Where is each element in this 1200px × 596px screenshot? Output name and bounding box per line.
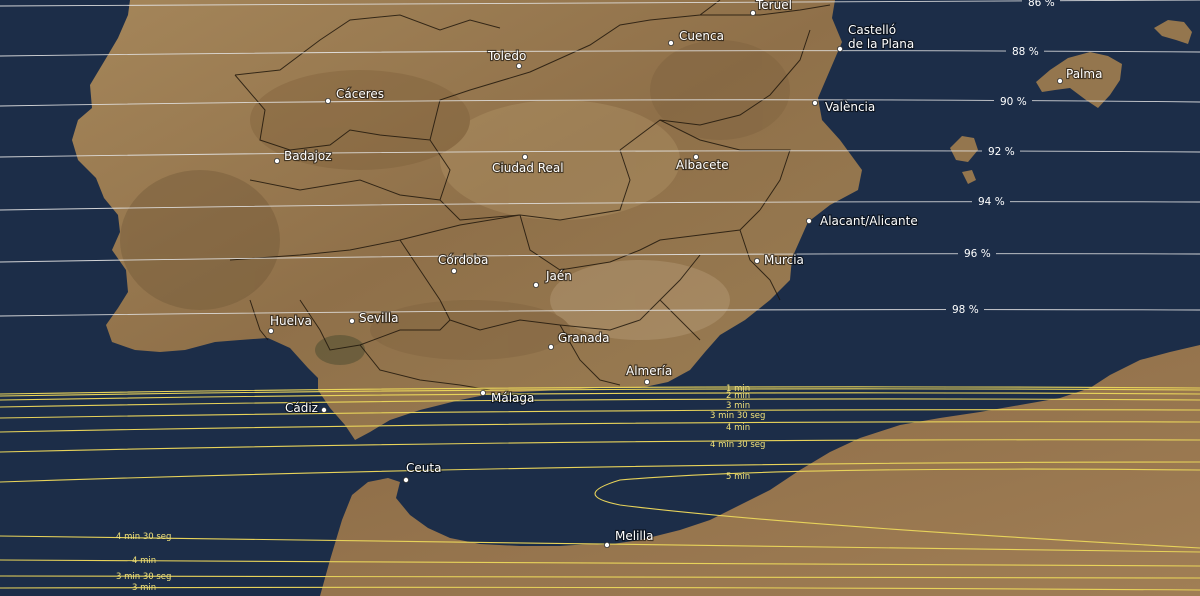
city-label-palma: Palma xyxy=(1066,67,1102,81)
city-label-cadiz: Cádiz xyxy=(285,401,318,415)
city-dot-caceres[interactable] xyxy=(324,98,331,105)
city-dot-cordoba[interactable] xyxy=(450,267,457,274)
duration-label-5min: 5 min xyxy=(726,472,750,482)
city-dot-granada[interactable] xyxy=(548,343,555,350)
city-dot-ciudad-real[interactable] xyxy=(522,153,529,160)
city-dot-valencia[interactable] xyxy=(812,100,819,107)
city-label-murcia: Murcia xyxy=(764,253,804,267)
city-label-ceuta: Ceuta xyxy=(406,461,441,475)
city-dot-sevilla[interactable] xyxy=(348,317,355,324)
city-dot-toledo[interactable] xyxy=(516,63,523,70)
city-dot-malaga[interactable] xyxy=(479,389,486,396)
duration-label-4min: 4 min xyxy=(726,423,750,433)
obscuration-label-90: 90 % xyxy=(1000,96,1027,108)
city-dot-alicante[interactable] xyxy=(806,217,813,224)
city-label-castello-line2: de la Plana xyxy=(848,37,914,51)
city-label-huelva: Huelva xyxy=(270,314,312,328)
city-dot-jaen[interactable] xyxy=(533,281,540,288)
city-dot-melilla[interactable] xyxy=(604,542,611,549)
duration-label-south-4min: 4 min xyxy=(132,556,156,566)
city-label-albacete: Albacete xyxy=(676,158,729,172)
obscuration-label-88: 88 % xyxy=(1012,46,1039,58)
obscuration-label-94: 94 % xyxy=(978,196,1005,208)
duration-label-2min: 2 min xyxy=(726,391,750,401)
city-label-teruel: Teruel xyxy=(755,0,792,12)
city-dot-teruel[interactable] xyxy=(750,9,757,16)
city-dot-castello[interactable] xyxy=(837,46,844,53)
city-dot-cadiz[interactable] xyxy=(320,406,327,413)
duration-label-3min30: 3 min 30 seg xyxy=(710,411,765,421)
city-label-cuenca: Cuenca xyxy=(679,29,724,43)
city-label-badajoz: Badajoz xyxy=(284,149,332,163)
city-label-melilla: Melilla xyxy=(615,529,653,543)
obscuration-label-98: 98 % xyxy=(952,304,979,316)
city-label-alicante: Alacant/Alicante xyxy=(820,214,918,228)
obscuration-label-96: 96 % xyxy=(964,248,991,260)
obscuration-label-92: 92 % xyxy=(988,146,1015,158)
city-label-cordoba: Córdoba xyxy=(438,253,488,267)
city-dot-huelva[interactable] xyxy=(267,327,274,334)
city-label-sevilla: Sevilla xyxy=(359,311,398,325)
city-label-granada: Granada xyxy=(558,331,610,345)
city-dot-badajoz[interactable] xyxy=(273,157,280,164)
city-label-jaen: Jaén xyxy=(545,269,572,283)
city-label-almeria: Almería xyxy=(626,364,672,378)
city-label-valencia: València xyxy=(825,100,875,114)
eclipse-map[interactable]: 86 % 88 % 90 % 92 % 94 % 96 % 98 % 1 min… xyxy=(0,0,1200,596)
city-dot-palma[interactable] xyxy=(1057,78,1064,85)
map-canvas[interactable]: 86 % 88 % 90 % 92 % 94 % 96 % 98 % 1 min… xyxy=(0,0,1200,596)
city-dot-almeria[interactable] xyxy=(644,378,651,385)
city-dot-murcia[interactable] xyxy=(754,257,761,264)
city-dot-cuenca[interactable] xyxy=(668,40,675,47)
obscuration-label-86: 86 % xyxy=(1028,0,1055,9)
city-label-castello-line1: Castelló xyxy=(848,23,896,37)
city-dot-ceuta[interactable] xyxy=(402,476,409,483)
city-label-ciudad-real: Ciudad Real xyxy=(492,161,564,175)
duration-label-south-3min30: 3 min 30 seg xyxy=(116,572,171,582)
duration-label-south-3min: 3 min xyxy=(132,583,156,593)
duration-label-3min: 3 min xyxy=(726,401,750,411)
duration-label-south-4min30: 4 min 30 seg xyxy=(116,532,171,542)
city-label-caceres: Cáceres xyxy=(336,87,384,101)
city-label-toledo: Toledo xyxy=(487,49,526,63)
city-label-malaga: Málaga xyxy=(491,391,534,405)
duration-label-4min30: 4 min 30 seg xyxy=(710,440,765,450)
